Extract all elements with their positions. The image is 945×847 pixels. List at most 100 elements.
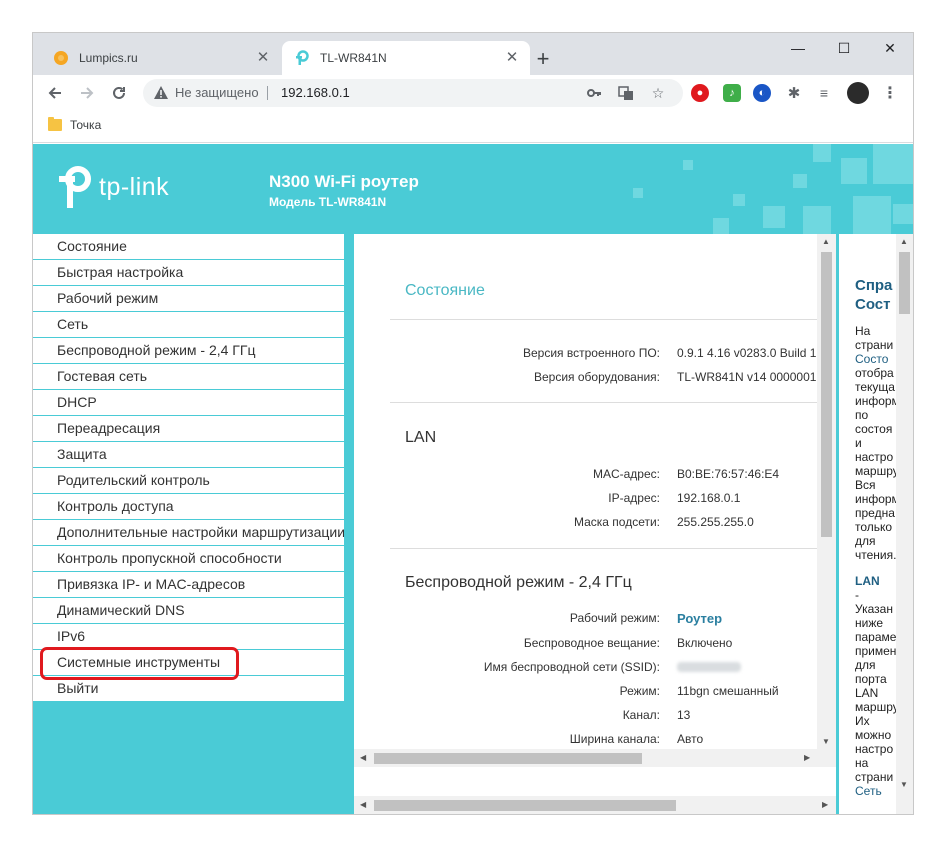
forward-icon[interactable] <box>73 79 101 107</box>
menu-item-guest-network[interactable]: Гостевая сеть <box>33 364 344 390</box>
music-extension-icon[interactable]: ♪ <box>723 84 741 102</box>
product-name: N300 Wi-Fi роутер <box>269 172 419 191</box>
address-bar[interactable]: Не защищено 192.168.0.1 ☆ <box>143 79 683 107</box>
scroll-up-icon[interactable]: ▲ <box>822 237 830 246</box>
scrollbar-thumb[interactable] <box>374 800 676 811</box>
scroll-right-icon[interactable]: ▶ <box>822 800 828 809</box>
main-content: Состояние Версия встроенного ПО: 0.9.1 4… <box>354 234 836 814</box>
highlight-box <box>40 647 239 680</box>
regime-label: Режим: <box>619 684 660 698</box>
tab-lumpics[interactable]: Lumpics.ru ✕ <box>41 41 281 75</box>
mode-value: Роутер <box>677 611 723 626</box>
menu-item-operation-mode[interactable]: Рабочий режим <box>33 286 344 312</box>
channel-label: Канал: <box>622 708 660 722</box>
bookmarks-bar: Точка <box>33 111 913 143</box>
puzzle-extensions-icon[interactable]: ✱ <box>785 84 803 102</box>
star-icon[interactable]: ☆ <box>649 84 667 102</box>
width-value: Авто <box>677 732 704 746</box>
browser-toolbar: Не защищено 192.168.0.1 ☆ ● ♪ ◐ ✱ ≡ ⋮ <box>33 75 913 111</box>
scroll-up-icon[interactable]: ▲ <box>900 237 908 246</box>
menu-item-forwarding[interactable]: Переадресация <box>33 416 344 442</box>
product-model: Модель TL-WR841N <box>269 195 387 209</box>
security-status[interactable]: Не защищено <box>175 85 259 100</box>
help-panel: Спра Сост На страни Состо отобра текуща … <box>839 234 913 814</box>
ip-value: 192.168.0.1 <box>677 491 741 505</box>
adblock-extension-icon[interactable]: ● <box>691 84 709 102</box>
bookmark-folder[interactable]: Точка <box>48 117 102 132</box>
key-icon[interactable] <box>585 84 603 102</box>
hardware-label: Версия оборудования: <box>534 370 660 384</box>
width-label: Ширина канала: <box>569 732 660 746</box>
menu-item-advanced-routing[interactable]: Дополнительные настройки маршрутизации <box>33 520 344 546</box>
media-queue-icon[interactable]: ≡ <box>815 84 833 102</box>
warning-icon[interactable] <box>153 85 169 101</box>
scroll-down-icon[interactable]: ▼ <box>822 737 830 746</box>
tplink-logo: tp-link <box>57 166 169 208</box>
tplink-logo-icon <box>59 166 91 208</box>
broadcast-label: Беспроводное вещание: <box>523 636 660 650</box>
reload-icon[interactable] <box>105 79 133 107</box>
menu-item-bandwidth-control[interactable]: Контроль пропускной способности <box>33 546 344 572</box>
mac-label: MAC-адрес: <box>592 467 660 481</box>
minimize-button[interactable]: — <box>775 37 821 61</box>
menu-item-dynamic-dns[interactable]: Динамический DNS <box>33 598 344 624</box>
status-title: Состояние <box>405 282 485 299</box>
divider <box>390 548 820 549</box>
folder-icon <box>48 117 62 131</box>
logo-text: tp-link <box>99 172 170 201</box>
firmware-value: 0.9.1 4.16 v0283.0 Build 18 <box>677 346 824 360</box>
horizontal-scrollbar[interactable]: ◀ ▶ <box>354 796 836 814</box>
horizontal-scrollbar[interactable]: ◀ ▶ <box>354 749 836 767</box>
channel-value: 13 <box>677 708 691 722</box>
ssid-label: Имя беспроводной сети (SSID): <box>483 660 660 674</box>
scrollbar-thumb[interactable] <box>899 252 910 314</box>
menu-item-ip-mac-binding[interactable]: Привязка IP- и MAC-адресов <box>33 572 344 598</box>
tab-title: Lumpics.ru <box>79 51 138 65</box>
menu-item-status[interactable]: Состояние <box>33 234 344 260</box>
close-window-button[interactable]: ✕ <box>867 37 913 61</box>
menu-item-network[interactable]: Сеть <box>33 312 344 338</box>
ssid-value-blurred <box>677 660 741 675</box>
menu-item-security[interactable]: Защита <box>33 442 344 468</box>
back-icon[interactable] <box>41 79 69 107</box>
menu-item-quick-setup[interactable]: Быстрая настройка <box>33 260 344 286</box>
side-menu: Состояние Быстрая настройка Рабочий режи… <box>33 234 344 702</box>
lan-title: LAN <box>405 429 437 446</box>
bookmark-label: Точка <box>70 118 102 132</box>
help-text: На страни Состо отобра текуща информ по … <box>855 324 899 798</box>
close-tab-icon[interactable]: ✕ <box>502 48 522 68</box>
router-header: tp-link N300 Wi-Fi роутер Модель TL-WR84… <box>33 144 913 234</box>
scrollbar-thumb[interactable] <box>374 753 642 764</box>
menu-item-access-control[interactable]: Контроль доступа <box>33 494 344 520</box>
translate-icon[interactable] <box>617 84 635 102</box>
more-menu-icon[interactable]: ⋮ <box>881 84 899 102</box>
broadcast-value: Включено <box>677 636 733 650</box>
wireless-title: Беспроводной режим - 2,4 ГГц <box>405 574 632 591</box>
mask-label: Маска подсети: <box>573 515 660 529</box>
vertical-scrollbar[interactable]: ▲ ▼ <box>817 234 836 749</box>
globe-extension-icon[interactable]: ◐ <box>753 84 771 102</box>
maximize-button[interactable]: ☐ <box>821 37 867 61</box>
help-scrollbar[interactable]: ▲ ▼ <box>896 234 913 814</box>
scroll-down-icon[interactable]: ▼ <box>900 780 908 789</box>
browser-window: Lumpics.ru ✕ TL-WR841N ✕ + — ☐ ✕ Не защи… <box>33 33 913 814</box>
tab-title: TL-WR841N <box>320 51 387 65</box>
divider <box>390 319 820 320</box>
new-tab-button[interactable]: + <box>529 46 557 74</box>
url-text[interactable]: 192.168.0.1 <box>281 85 350 100</box>
scroll-left-icon[interactable]: ◀ <box>360 800 366 809</box>
tplink-favicon-icon <box>294 50 310 66</box>
menu-item-wireless[interactable]: Беспроводной режим - 2,4 ГГц <box>33 338 344 364</box>
orange-favicon-icon <box>53 50 69 66</box>
profile-avatar[interactable] <box>847 82 869 104</box>
close-tab-icon[interactable]: ✕ <box>253 48 273 68</box>
hardware-value: TL-WR841N v14 0000001 <box>677 370 817 384</box>
mask-value: 255.255.255.0 <box>677 515 754 529</box>
menu-item-parental-control[interactable]: Родительский контроль <box>33 468 344 494</box>
router-page: tp-link N300 Wi-Fi роутер Модель TL-WR84… <box>33 144 913 814</box>
scroll-right-icon[interactable]: ▶ <box>804 753 810 762</box>
scroll-left-icon[interactable]: ◀ <box>360 753 366 762</box>
menu-item-dhcp[interactable]: DHCP <box>33 390 344 416</box>
tab-router[interactable]: TL-WR841N ✕ <box>282 41 530 75</box>
scrollbar-thumb[interactable] <box>821 252 832 537</box>
